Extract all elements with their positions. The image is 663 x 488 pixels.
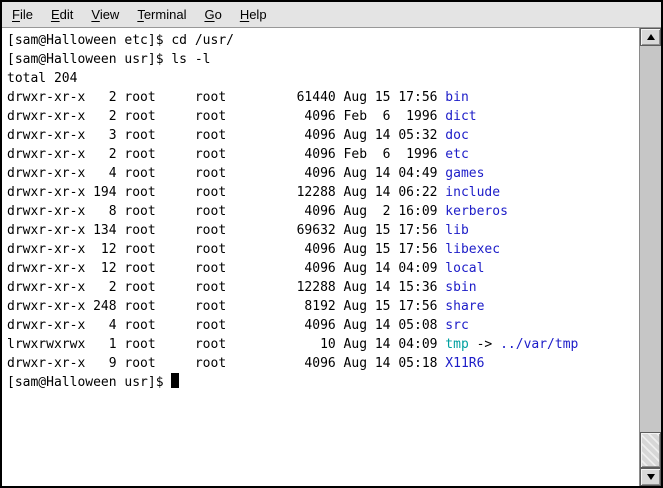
listing-row: drwxr-xr-x 2 root root 4096 Feb 6 1996 e…	[7, 145, 637, 164]
file-name: lib	[445, 223, 468, 238]
arrow-up-icon	[647, 34, 655, 40]
file-name: share	[445, 299, 484, 314]
listing-row-attributes: drwxr-xr-x 9 root root 4096 Aug 14 05:18	[7, 356, 445, 371]
menu-help[interactable]: Help	[231, 3, 276, 27]
menu-label-mnemonic: F	[12, 7, 20, 22]
arrow-down-icon	[647, 474, 655, 480]
terminal-window: FileEditViewTerminalGoHelp [sam@Hallowee…	[0, 0, 663, 488]
file-name: src	[445, 318, 468, 333]
file-name: tmp	[445, 337, 468, 352]
terminal-line: total 204	[7, 69, 637, 88]
listing-row: drwxr-xr-x 3 root root 4096 Aug 14 05:32…	[7, 126, 637, 145]
window-content: [sam@Halloween etc]$ cd /usr/[sam@Hallow…	[2, 28, 661, 486]
listing-row: drwxr-xr-x 4 root root 4096 Aug 14 05:08…	[7, 316, 637, 335]
menu-label-rest: elp	[249, 7, 266, 22]
listing-row-attributes: drwxr-xr-x 2 root root 4096 Feb 6 1996	[7, 109, 445, 124]
listing-row: drwxr-xr-x 9 root root 4096 Aug 14 05:18…	[7, 354, 637, 373]
symlink-target: ../var/tmp	[500, 337, 578, 352]
menu-view[interactable]: View	[82, 3, 128, 27]
listing-row: drwxr-xr-x 134 root root 69632 Aug 15 17…	[7, 221, 637, 240]
file-name: kerberos	[445, 204, 508, 219]
file-name: etc	[445, 147, 468, 162]
listing-row: drwxr-xr-x 248 root root 8192 Aug 15 17:…	[7, 297, 637, 316]
terminal-prompt-line: [sam@Halloween usr]$	[7, 373, 637, 392]
menu-label-rest: ile	[20, 7, 33, 22]
listing-row: drwxr-xr-x 4 root root 4096 Aug 14 04:49…	[7, 164, 637, 183]
file-name: bin	[445, 90, 468, 105]
menu-edit[interactable]: Edit	[42, 3, 82, 27]
listing-row: drwxr-xr-x 194 root root 12288 Aug 14 06…	[7, 183, 637, 202]
file-name: sbin	[445, 280, 476, 295]
menu-go[interactable]: Go	[195, 3, 230, 27]
scrollbar-down-button[interactable]	[640, 468, 661, 486]
listing-row: drwxr-xr-x 2 root root 4096 Feb 6 1996 d…	[7, 107, 637, 126]
scrollbar-track[interactable]	[640, 46, 661, 468]
listing-row-attributes: drwxr-xr-x 134 root root 69632 Aug 15 17…	[7, 223, 445, 238]
terminal-cursor	[171, 373, 179, 388]
menu-label-mnemonic: H	[240, 7, 249, 22]
terminal-line: [sam@Halloween etc]$ cd /usr/	[7, 31, 637, 50]
listing-row-attributes: drwxr-xr-x 4 root root 4096 Aug 14 04:49	[7, 166, 445, 181]
menu-label-mnemonic: G	[204, 7, 214, 22]
menu-label-rest: dit	[60, 7, 74, 22]
listing-row-attributes: drwxr-xr-x 12 root root 4096 Aug 14 04:0…	[7, 261, 445, 276]
listing-row-attributes: drwxr-xr-x 248 root root 8192 Aug 15 17:…	[7, 299, 445, 314]
listing-row: drwxr-xr-x 8 root root 4096 Aug 2 16:09 …	[7, 202, 637, 221]
listing-row-attributes: drwxr-xr-x 12 root root 4096 Aug 15 17:5…	[7, 242, 445, 257]
menu-terminal[interactable]: Terminal	[128, 3, 195, 27]
file-name: games	[445, 166, 484, 181]
file-name: dict	[445, 109, 476, 124]
listing-row: drwxr-xr-x 12 root root 4096 Aug 14 04:0…	[7, 259, 637, 278]
listing-row-attributes: drwxr-xr-x 2 root root 61440 Aug 15 17:5…	[7, 90, 445, 105]
file-name: include	[445, 185, 500, 200]
file-name: libexec	[445, 242, 500, 257]
scrollbar-up-button[interactable]	[640, 28, 661, 46]
menu-label-rest: erminal	[144, 7, 187, 22]
listing-row-attributes: lrwxrwxrwx 1 root root 10 Aug 14 04:09	[7, 337, 445, 352]
terminal-line: [sam@Halloween usr]$ ls -l	[7, 50, 637, 69]
menu-bar: FileEditViewTerminalGoHelp	[2, 2, 661, 28]
scrollbar[interactable]	[639, 28, 661, 486]
listing-row: drwxr-xr-x 12 root root 4096 Aug 15 17:5…	[7, 240, 637, 259]
listing-row: lrwxrwxrwx 1 root root 10 Aug 14 04:09 t…	[7, 335, 637, 354]
file-name: local	[445, 261, 484, 276]
listing-row-attributes: drwxr-xr-x 2 root root 12288 Aug 14 15:3…	[7, 280, 445, 295]
menu-label-rest: iew	[100, 7, 120, 22]
menu-label-rest: o	[215, 7, 222, 22]
shell-prompt: [sam@Halloween usr]$	[7, 375, 171, 390]
terminal-output-area[interactable]: [sam@Halloween etc]$ cd /usr/[sam@Hallow…	[2, 28, 639, 486]
symlink-arrow: ->	[469, 337, 500, 352]
listing-row-attributes: drwxr-xr-x 4 root root 4096 Aug 14 05:08	[7, 318, 445, 333]
menu-file[interactable]: File	[3, 3, 42, 27]
scrollbar-thumb[interactable]	[640, 432, 661, 468]
listing-row: drwxr-xr-x 2 root root 12288 Aug 14 15:3…	[7, 278, 637, 297]
menu-label-mnemonic: V	[91, 7, 99, 22]
listing-row-attributes: drwxr-xr-x 3 root root 4096 Aug 14 05:32	[7, 128, 445, 143]
listing-row-attributes: drwxr-xr-x 8 root root 4096 Aug 2 16:09	[7, 204, 445, 219]
file-name: doc	[445, 128, 468, 143]
file-name: X11R6	[445, 356, 484, 371]
listing-row-attributes: drwxr-xr-x 194 root root 12288 Aug 14 06…	[7, 185, 445, 200]
listing-row-attributes: drwxr-xr-x 2 root root 4096 Feb 6 1996	[7, 147, 445, 162]
menu-label-mnemonic: E	[51, 7, 60, 22]
listing-row: drwxr-xr-x 2 root root 61440 Aug 15 17:5…	[7, 88, 637, 107]
